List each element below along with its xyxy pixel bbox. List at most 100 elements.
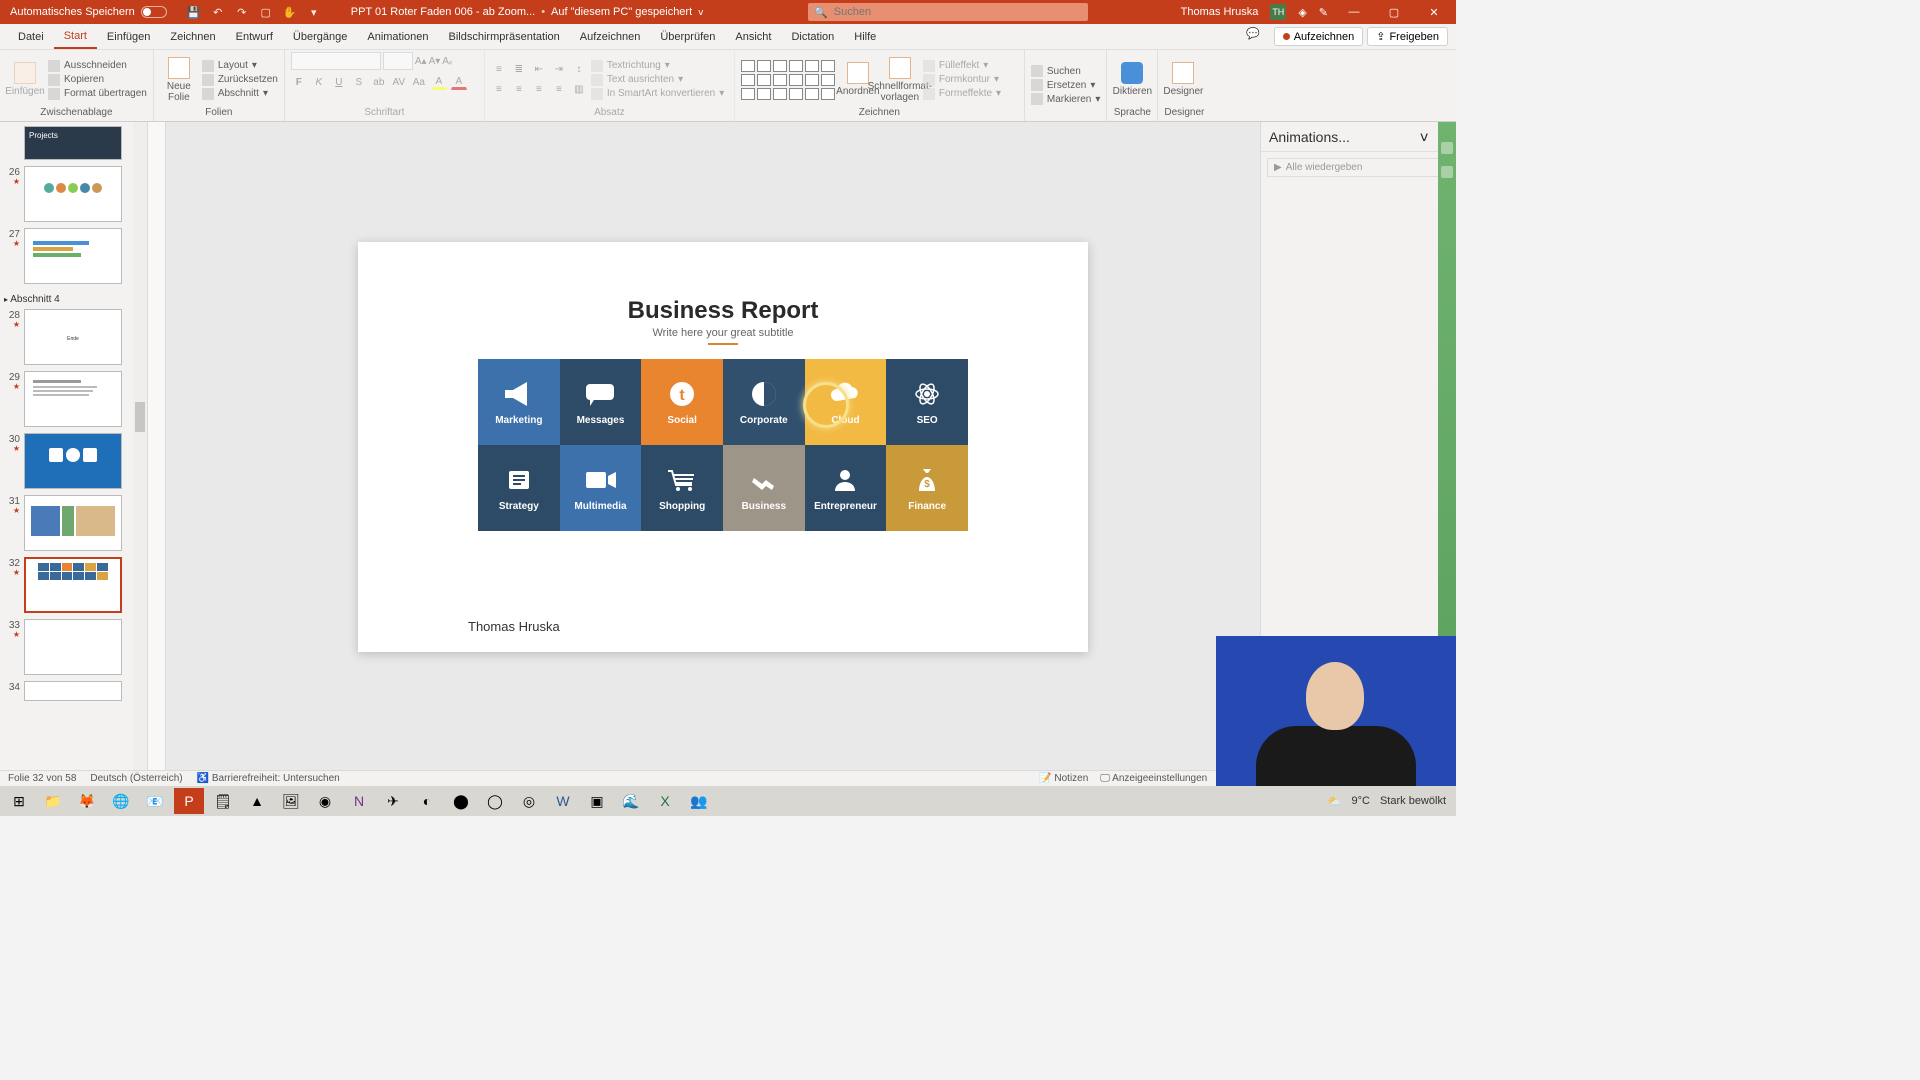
reset-button[interactable]: Zurücksetzen [202, 74, 278, 86]
taskbar-obs-icon[interactable]: ⬤ [446, 788, 476, 814]
find-button[interactable]: Suchen [1031, 65, 1101, 77]
cut-button[interactable]: Ausschneiden [48, 60, 147, 72]
slide-editor[interactable]: Business Report Write here your great su… [148, 122, 1260, 786]
font-size-input[interactable] [383, 52, 413, 70]
case-button[interactable]: Aa [411, 74, 427, 90]
menu-tab-überprüfen[interactable]: Überprüfen [650, 24, 725, 49]
taskbar-app2-icon[interactable]: ◉ [310, 788, 340, 814]
taskbar-excel-icon[interactable]: X [650, 788, 680, 814]
paste-button[interactable]: Einfügen [6, 62, 44, 97]
bold-button[interactable]: F [291, 74, 307, 90]
menu-tab-animationen[interactable]: Animationen [357, 24, 438, 49]
slide-thumb-32[interactable] [24, 557, 122, 613]
smartart-button[interactable]: In SmartArt konvertieren ▾ [591, 88, 724, 100]
tile-seo[interactable]: SEO [886, 359, 968, 445]
quick-styles-button[interactable]: Schnellformat-vorlagen [881, 57, 919, 103]
slide-title[interactable]: Business Report [358, 297, 1088, 325]
menu-tab-hilfe[interactable]: Hilfe [844, 24, 886, 49]
search-input[interactable] [834, 6, 1082, 18]
shape-effects-button[interactable]: Formeffekte ▾ [923, 88, 1001, 100]
align-text-button[interactable]: Text ausrichten ▾ [591, 74, 724, 86]
weather-icon[interactable]: ⛅ [1328, 795, 1342, 808]
slide-thumb-31[interactable] [24, 495, 122, 551]
taskbar-firefox-icon[interactable]: 🦊 [72, 788, 102, 814]
touch-mode-icon[interactable]: ✋ [283, 5, 297, 19]
strike-button[interactable]: S [351, 74, 367, 90]
taskbar-photos-icon[interactable]: 🖼 [276, 788, 306, 814]
taskbar-outlook-icon[interactable]: 📧 [140, 788, 170, 814]
tile-strategy[interactable]: Strategy [478, 445, 560, 531]
strip-icon-2[interactable] [1441, 166, 1453, 178]
play-all-button[interactable]: ▶ Alle wiedergeben [1267, 158, 1450, 177]
menu-tab-entwurf[interactable]: Entwurf [226, 24, 283, 49]
shape-outline-button[interactable]: Formkontur ▾ [923, 74, 1001, 86]
text-direction-button[interactable]: Textrichtung ▾ [591, 60, 724, 72]
underline-button[interactable]: U [331, 74, 347, 90]
layout-button[interactable]: Layout ▾ [202, 60, 278, 72]
taskbar-app-icon[interactable]: 🗒 [208, 788, 238, 814]
menu-tab-zeichnen[interactable]: Zeichnen [160, 24, 225, 49]
redo-icon[interactable]: ↷ [235, 5, 249, 19]
bullets-icon[interactable]: ≡ [491, 62, 507, 78]
slide-thumb-27[interactable] [24, 228, 122, 284]
slide-thumb-34[interactable] [24, 681, 122, 701]
tiles-grid[interactable]: MarketingMessagestSocialCorporateCloudSE… [478, 359, 968, 531]
menu-tab-datei[interactable]: Datei [8, 24, 54, 49]
spacing-button[interactable]: AV [391, 74, 407, 90]
taskbar-powerpoint-icon[interactable]: P [174, 788, 204, 814]
taskbar-teams-icon[interactable]: 👥 [684, 788, 714, 814]
replace-button[interactable]: Ersetzen ▾ [1031, 79, 1101, 91]
tile-business[interactable]: Business [723, 445, 805, 531]
slideshow-icon[interactable]: ▢ [259, 5, 273, 19]
tile-corporate[interactable]: Corporate [723, 359, 805, 445]
menu-tab-einfügen[interactable]: Einfügen [97, 24, 160, 49]
taskbar-app4-icon[interactable]: ◯ [480, 788, 510, 814]
comments-icon[interactable]: 💬 [1236, 27, 1270, 40]
menu-tab-übergänge[interactable]: Übergänge [283, 24, 357, 49]
menu-tab-dictation[interactable]: Dictation [781, 24, 844, 49]
section-header[interactable]: Abschnitt 4 [2, 290, 143, 309]
font-color-button[interactable]: A [451, 74, 467, 90]
tile-marketing[interactable]: Marketing [478, 359, 560, 445]
tile-messages[interactable]: Messages [560, 359, 642, 445]
slide-thumb-29[interactable] [24, 371, 122, 427]
justify-icon[interactable]: ≡ [551, 82, 567, 98]
taskbar-edge-icon[interactable]: 🌊 [616, 788, 646, 814]
status-accessibility[interactable]: ♿ Barrierefreiheit: Untersuchen [197, 773, 340, 784]
increase-font-icon[interactable]: A▴ [415, 56, 427, 67]
dictate-button[interactable]: Diktieren [1113, 62, 1151, 97]
taskbar-app5-icon[interactable]: ◎ [514, 788, 544, 814]
section-button[interactable]: Abschnitt ▾ [202, 88, 278, 100]
undo-icon[interactable]: ↶ [211, 5, 225, 19]
designer-button[interactable]: Designer [1164, 62, 1202, 97]
font-family-input[interactable] [291, 52, 381, 70]
taskbar-vlc-icon[interactable]: ▲ [242, 788, 272, 814]
clear-format-icon[interactable]: Aₓ [442, 56, 452, 67]
taskbar-telegram-icon[interactable]: ✈ [378, 788, 408, 814]
search-box[interactable]: 🔍 [808, 3, 1088, 21]
status-display-settings[interactable]: 🖵 Anzeigeeinstellungen [1100, 773, 1207, 784]
format-painter-button[interactable]: Format übertragen [48, 88, 147, 100]
strip-icon-1[interactable] [1441, 142, 1453, 154]
ink-icon[interactable]: ✎ [1319, 6, 1328, 19]
autosave-toggle[interactable] [141, 6, 167, 18]
taskbar-word-icon[interactable]: W [548, 788, 578, 814]
start-button[interactable]: ⊞ [4, 788, 34, 814]
taskbar-onenote-icon[interactable]: N [344, 788, 374, 814]
copy-button[interactable]: Kopieren [48, 74, 147, 86]
tile-finance[interactable]: $Finance [886, 445, 968, 531]
taskbar-app6-icon[interactable]: ▣ [582, 788, 612, 814]
minimize-button[interactable]: — [1340, 0, 1368, 24]
coming-soon-icon[interactable]: ◈ [1298, 6, 1306, 19]
select-button[interactable]: Markieren ▾ [1031, 93, 1101, 105]
tile-shopping[interactable]: Shopping [641, 445, 723, 531]
columns-icon[interactable]: ▥ [571, 82, 587, 98]
slide-subtitle[interactable]: Write here your great subtitle [358, 327, 1088, 339]
status-notes[interactable]: 📝 Notizen [1039, 773, 1088, 784]
slide-thumb-28[interactable]: Ende [24, 309, 122, 365]
status-language[interactable]: Deutsch (Österreich) [90, 773, 182, 784]
shape-fill-button[interactable]: Fülleffekt ▾ [923, 60, 1001, 72]
share-button[interactable]: ⇪Freigeben [1367, 27, 1448, 46]
taskbar-explorer-icon[interactable]: 📁 [38, 788, 68, 814]
highlight-button[interactable]: A [431, 74, 447, 90]
